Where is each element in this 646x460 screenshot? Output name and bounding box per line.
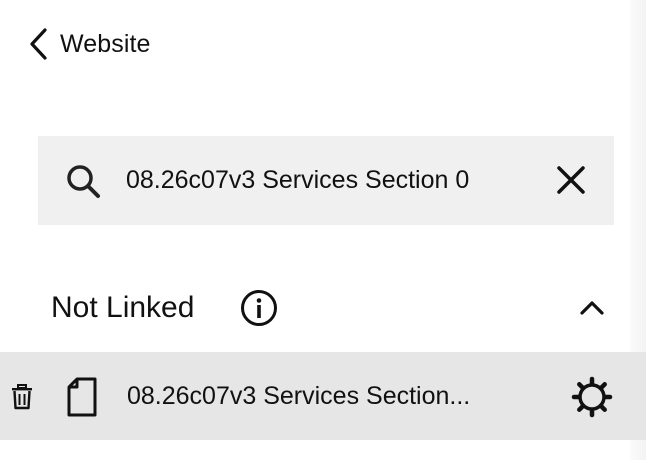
info-icon[interactable]: [240, 289, 278, 327]
chevron-up-icon[interactable]: [576, 293, 608, 323]
back-button-label: Website: [60, 29, 151, 58]
list-item[interactable]: 08.26c07v3 Services Section...: [0, 352, 646, 440]
list-item-title: 08.26c07v3 Services Section...: [127, 382, 471, 410]
gear-icon[interactable]: [571, 376, 613, 418]
search-input[interactable]: [126, 158, 546, 202]
section-title: Not Linked: [51, 291, 195, 324]
search-bar: [38, 136, 614, 225]
back-button[interactable]: Website: [24, 24, 151, 64]
page-icon: [66, 377, 98, 417]
trash-icon[interactable]: [10, 384, 34, 410]
chevron-left-icon: [24, 24, 52, 64]
close-icon[interactable]: [554, 163, 588, 197]
search-icon: [64, 162, 102, 200]
